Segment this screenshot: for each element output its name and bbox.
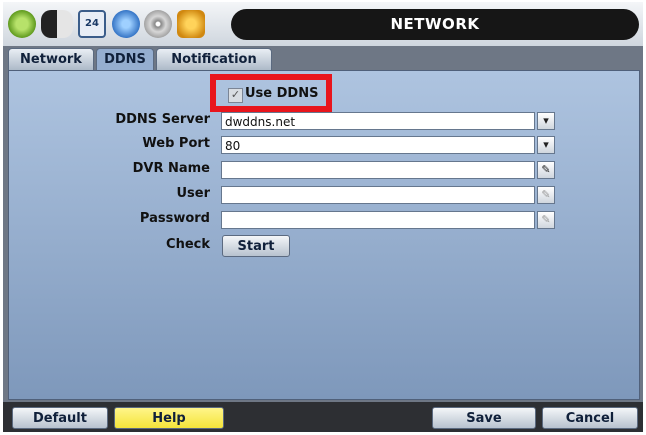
gear-icon[interactable]	[8, 10, 36, 38]
save-button[interactable]: Save	[432, 407, 536, 429]
disc-icon[interactable]	[144, 10, 172, 38]
help-button[interactable]: Help	[114, 407, 224, 429]
start-button[interactable]: Start	[222, 235, 290, 257]
user-field[interactable]	[221, 186, 535, 204]
calendar-icon[interactable]: 24	[78, 10, 106, 38]
check-label: Check	[166, 237, 210, 252]
chevron-down-icon[interactable]: ▾	[537, 136, 555, 154]
password-label: Password	[139, 211, 210, 226]
web-port-label: Web Port	[142, 136, 210, 151]
password-field[interactable]	[221, 211, 535, 229]
pencil-icon[interactable]: ✎	[537, 161, 555, 179]
chevron-down-icon[interactable]: ▾	[537, 112, 555, 130]
cancel-button[interactable]: Cancel	[542, 407, 638, 429]
ddns-server-select[interactable]: dwddns.net	[221, 112, 535, 130]
tab-ddns[interactable]: DDNS	[96, 48, 154, 71]
globe-icon[interactable]	[112, 10, 140, 38]
ddns-server-label: DDNS Server	[115, 112, 210, 127]
pencil-icon[interactable]: ✎	[537, 211, 555, 229]
highlight-box	[210, 74, 332, 112]
default-button[interactable]: Default	[12, 407, 108, 429]
top-toolbar: 24 NETWORK	[3, 2, 643, 46]
page-title: NETWORK	[231, 9, 639, 40]
dvr-name-field[interactable]	[221, 161, 535, 179]
tools-icon[interactable]	[177, 10, 205, 38]
user-label: User	[176, 186, 210, 201]
tab-network[interactable]: Network	[8, 48, 94, 71]
pencil-icon[interactable]: ✎	[537, 186, 555, 204]
toggle-icon[interactable]	[41, 10, 73, 38]
web-port-select[interactable]: 80	[221, 136, 535, 154]
tab-notification[interactable]: Notification	[156, 48, 272, 71]
dvr-name-label: DVR Name	[132, 161, 210, 176]
